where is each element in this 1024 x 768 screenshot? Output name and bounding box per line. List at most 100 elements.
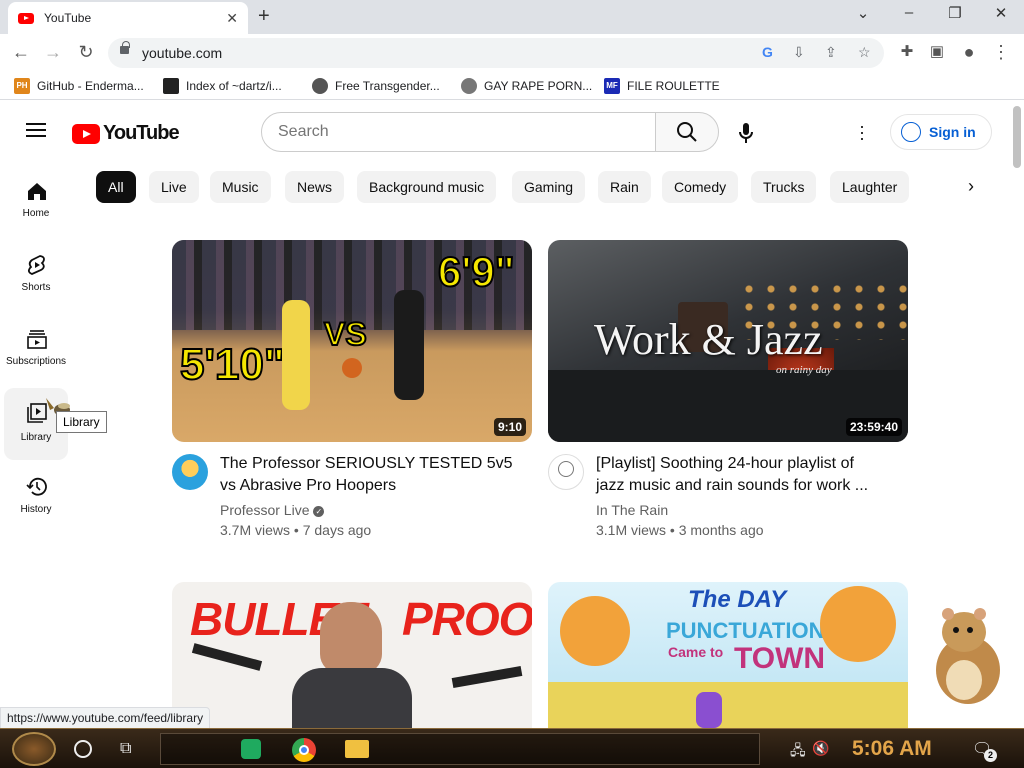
chip-trucks[interactable]: Trucks [751,171,817,203]
taskbar-clock[interactable]: 5:06 AM [852,737,932,761]
verified-icon: ✓ [313,505,325,517]
channel-avatar[interactable] [172,454,208,490]
chip-laughter[interactable]: Laughter [830,171,910,203]
forward-icon[interactable]: → [42,42,64,63]
chip-all[interactable]: All [96,171,136,203]
profile-icon[interactable]: ● [958,42,980,63]
bookmark-label: FILE ROULETTE [627,79,720,93]
player-figure [282,300,310,410]
side-panel-icon[interactable]: ▣ [926,42,948,60]
extensions-icon[interactable]: ✚ [896,42,918,60]
notes-app-icon[interactable] [241,739,261,759]
thumb-text: PROOF? [402,593,532,645]
duration-badge: 23:59:40 [845,418,902,436]
basketball-icon [342,358,362,378]
settings-dots-icon[interactable]: · · · [858,117,866,147]
bookmark-globe[interactable]: GAY RAPE PORN... [461,78,592,94]
close-window-icon[interactable]: ✕ [986,4,1016,22]
scrollbar-thumb[interactable] [1013,106,1021,168]
network-icon[interactable]: 🖧 [790,740,806,764]
video-title-line: vs Abrasive Pro Hoopers [220,477,397,494]
sidebar-item-history[interactable]: History [4,468,68,540]
hamburger-menu-icon[interactable] [26,123,46,137]
thumb-text: 5'10" [179,339,286,390]
grid-icon [163,78,179,94]
lock-icon[interactable] [120,41,130,54]
chrome-icon[interactable] [292,738,316,762]
history-icon [26,477,47,496]
channel-name[interactable]: In The Rain [596,502,668,518]
cortana-icon[interactable] [74,740,92,758]
bookmark-file-roulette[interactable]: MF FILE ROULETTE [604,78,720,94]
chip-rain[interactable]: Rain [598,171,651,203]
video-thumbnail[interactable]: Work & Jazz on rainy day 23:59:40 [548,240,908,442]
chip-background-music[interactable]: Background music [357,171,497,203]
video-title[interactable]: [Playlist] Soothing 24-hour playlist of … [596,453,868,497]
task-view-icon[interactable]: ⧉ [120,740,131,758]
page-scrollbar[interactable] [1010,103,1024,728]
gun-image [451,665,523,689]
bookmark-github[interactable]: PH GitHub - Enderma... [14,78,144,94]
chevron-right-icon[interactable]: › [968,176,974,197]
video-thumbnail[interactable]: BULLET PROOF? [172,582,532,728]
chip-music[interactable]: Music [210,171,271,203]
player-figure [394,290,424,400]
bookmarks-bar: PH GitHub - Enderma... Index of ~dartz/i… [0,72,1024,100]
bookmark-star-icon[interactable]: ☆ [858,44,871,61]
sidebar-item-home[interactable]: Home [4,172,68,244]
channel-logo [558,461,574,477]
video-thumbnail[interactable]: 6'9" VS 5'10" 9:10 [172,240,532,442]
browser-tabstrip: YouTube ✕ + ⌄ – ❐ ✕ [0,0,1024,34]
chip-fade [920,171,960,203]
volume-muted-icon[interactable]: 🔇 [812,740,829,757]
start-button[interactable] [12,732,56,766]
sidebar-item-label: History [20,504,52,515]
sidebar-item-shorts[interactable]: Shorts [4,246,68,318]
chip-gaming[interactable]: Gaming [512,171,586,203]
thumb-text: VS [323,315,368,353]
thumb-text: PUNCTUATION [666,618,825,643]
file-explorer-icon[interactable] [345,740,369,758]
ph-icon: PH [14,78,30,94]
youtube-favicon-icon [18,12,34,24]
youtube-logo[interactable]: YouTube [72,122,180,145]
chip-news[interactable]: News [285,171,345,203]
google-translate-icon[interactable]: G [762,44,773,60]
search-input[interactable] [261,112,657,152]
library-tooltip: Library [56,411,107,433]
thumb-text: TOWN [734,642,826,675]
video-title[interactable]: The Professor SERIOUSLY TESTED 5v5 vs Ab… [220,453,513,497]
sidebar-item-subscriptions[interactable]: Subscriptions [4,320,68,392]
bookmark-index[interactable]: Index of ~dartz/i... [163,78,282,94]
close-tab-icon[interactable]: ✕ [226,10,238,27]
link-status-url: https://www.youtube.com/feed/library [0,707,211,729]
voice-search-icon[interactable] [737,122,755,144]
chip-live[interactable]: Live [149,171,199,203]
sign-in-button[interactable]: Sign in [890,114,992,150]
minimize-icon[interactable]: – [894,4,924,21]
mask-icon [312,78,328,94]
address-bar[interactable]: youtube.com G ⇩ ⇪ ☆ [108,38,884,68]
restore-icon[interactable]: ❐ [940,4,970,22]
chrome-menu-icon[interactable]: ⋮ [990,42,1012,63]
bookmark-label: Free Transgender... [335,79,440,93]
account-icon [901,122,921,142]
tab-search-icon[interactable]: ⌄ [848,4,878,22]
thumb-text: Came to [668,644,724,660]
video-meta: 3.1M views • 3 months ago [596,522,764,538]
bookmark-free[interactable]: Free Transgender... [312,78,440,94]
duration-badge: 9:10 [493,418,526,436]
sidebar-item-label: Subscriptions [5,356,67,367]
new-tab-icon[interactable]: + [258,5,270,28]
channel-avatar[interactable] [548,454,584,490]
chip-comedy[interactable]: Comedy [662,171,739,203]
windows-taskbar: ⧉ 🖧 🔇 5:06 AM 🗨 2 [0,728,1024,768]
install-icon[interactable]: ⇩ [793,44,805,61]
share-icon[interactable]: ⇪ [825,44,837,61]
tab-youtube[interactable]: YouTube ✕ [8,2,248,34]
channel-name[interactable]: Professor Live ✓ [220,502,325,518]
reload-icon[interactable]: ↻ [75,42,97,63]
search-button[interactable] [655,112,719,152]
video-thumbnail[interactable]: The DAY PUNCTUATION Came to TOWN [548,582,908,728]
back-icon[interactable]: ← [10,42,32,63]
